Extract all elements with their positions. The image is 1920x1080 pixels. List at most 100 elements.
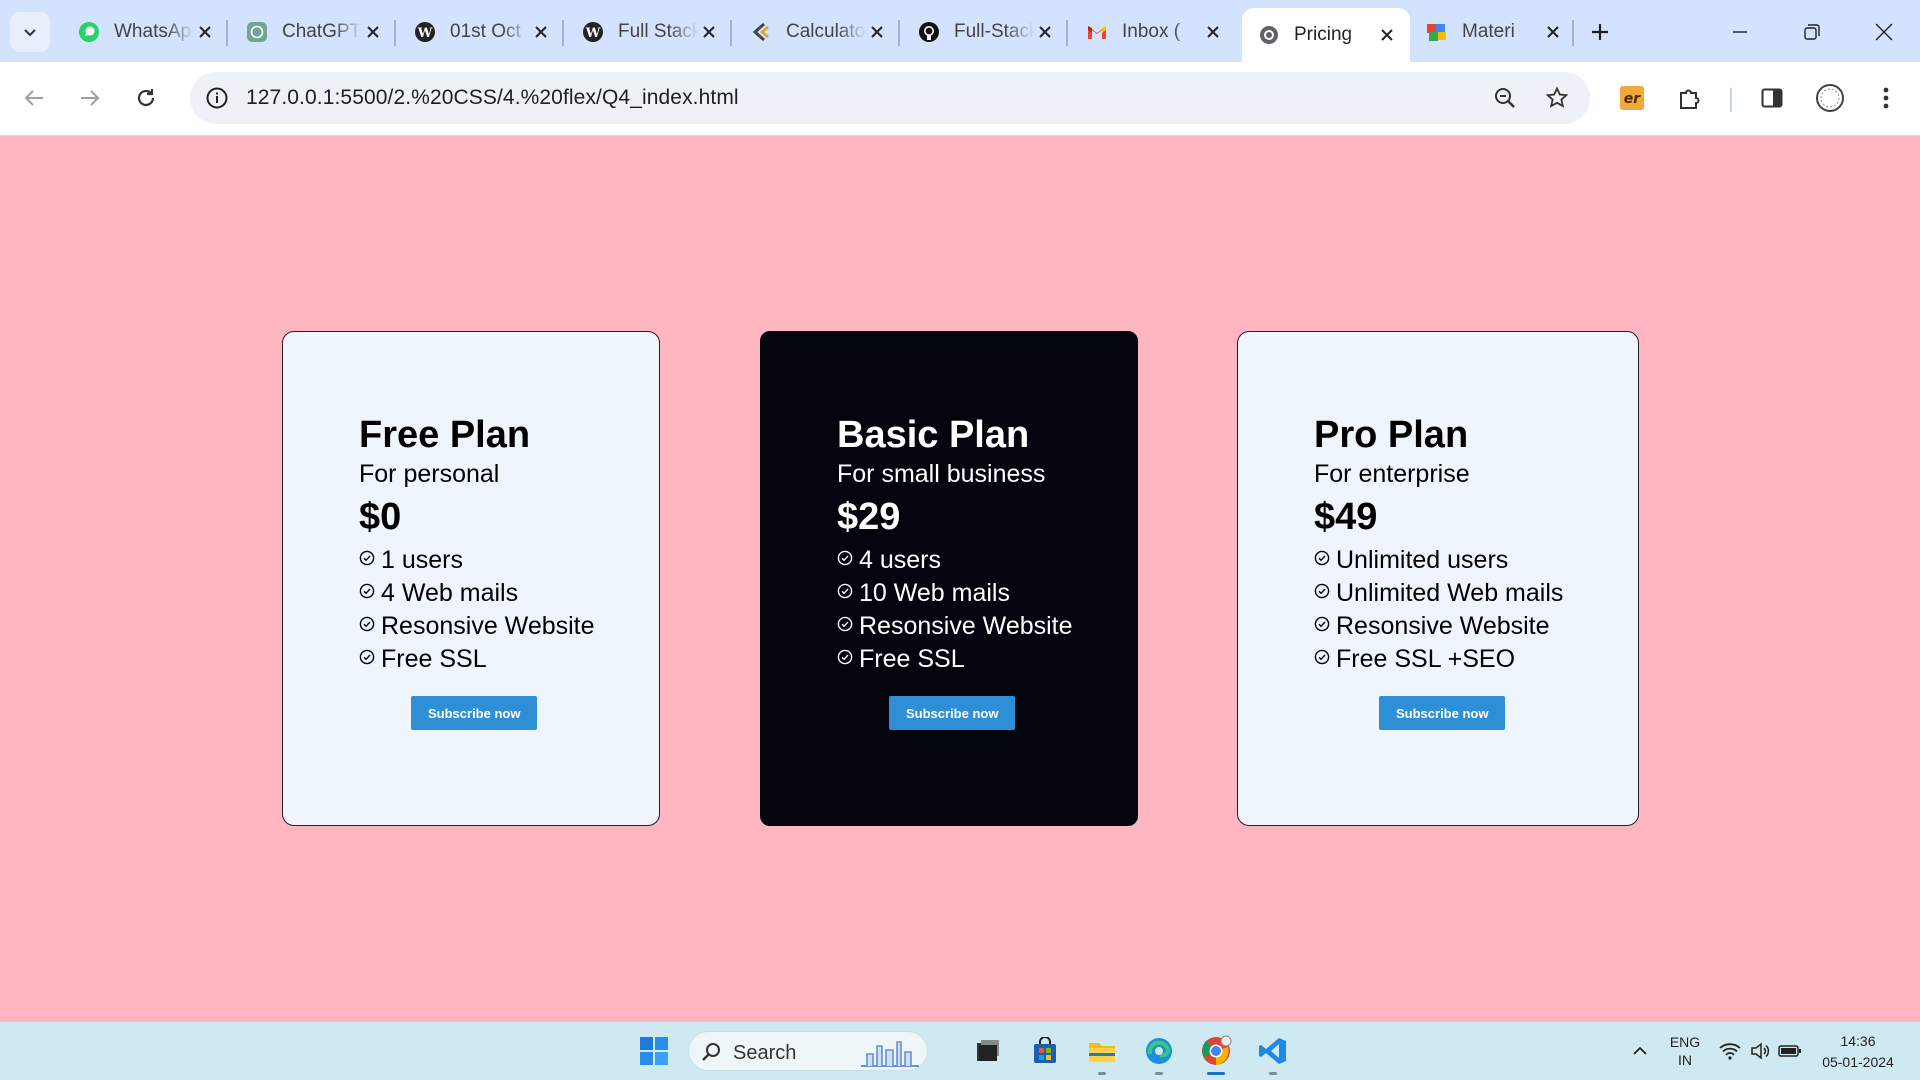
microsoft-store-icon[interactable] — [1025, 1031, 1065, 1071]
battery-icon[interactable] — [1770, 1031, 1810, 1071]
close-icon — [1875, 23, 1893, 41]
wordpress-icon: W — [582, 21, 604, 43]
tab-title: ChatGPT — [282, 21, 362, 42]
tab-pricing[interactable]: Pricing — [1242, 8, 1410, 62]
feature-item: Unlimited Web mails — [1314, 577, 1563, 610]
github-icon — [918, 21, 940, 43]
feature-text: Free SSL +SEO — [1336, 645, 1516, 673]
close-icon[interactable] — [1034, 21, 1056, 43]
tab-gmail[interactable]: Inbox ( — [1070, 10, 1236, 54]
close-icon[interactable] — [194, 21, 216, 43]
subscribe-button[interactable]: Subscribe now — [889, 696, 1016, 730]
close-icon[interactable] — [1202, 21, 1224, 43]
subscribe-button[interactable]: Subscribe now — [411, 696, 538, 730]
edge-icon[interactable] — [1139, 1031, 1179, 1071]
windows-icon — [640, 1037, 668, 1065]
pricing-card-pro: Pro Plan For enterprise $49 Unlimited us… — [1237, 331, 1639, 826]
gmail-icon — [1086, 21, 1108, 43]
new-tab-button[interactable] — [1582, 14, 1618, 50]
pricing-card-basic: Basic Plan For small business $29 4 user… — [760, 331, 1138, 826]
side-panel-icon[interactable] — [1752, 78, 1792, 118]
check-circle-icon — [837, 550, 853, 565]
page-viewport: Free Plan For personal $0 1 users 4 Web … — [0, 137, 1920, 1021]
extensions-puzzle-icon[interactable] — [1670, 78, 1710, 118]
feature-item: 4 Web mails — [359, 577, 595, 610]
tab-whatsapp[interactable]: WhatsApp — [62, 10, 228, 54]
tab-divider — [1066, 20, 1068, 46]
material-icon — [1426, 21, 1448, 43]
plan-price: $29 — [837, 496, 901, 538]
more-menu-icon[interactable] — [1866, 78, 1906, 118]
feature-list: Unlimited users Unlimited Web mails Reso… — [1314, 544, 1563, 676]
tab-divider — [394, 20, 396, 46]
zoom-icon[interactable] — [1488, 81, 1522, 115]
clock[interactable]: 14:36 05-01-2024 — [1810, 1032, 1906, 1071]
clock-time: 14:36 — [1840, 1033, 1876, 1049]
feature-text: Resonsive Website — [859, 612, 1073, 640]
site-info-icon[interactable] — [200, 81, 234, 115]
tab-material[interactable]: Materi — [1410, 10, 1576, 54]
feature-text: 1 users — [381, 546, 463, 574]
file-explorer-icon[interactable] — [1082, 1031, 1122, 1071]
whatsapp-icon — [78, 21, 100, 43]
profile-avatar[interactable] — [1810, 78, 1850, 118]
close-icon[interactable] — [1542, 21, 1564, 43]
check-circle-icon — [359, 616, 375, 631]
check-circle-icon — [359, 550, 375, 565]
back-button[interactable] — [14, 78, 54, 118]
tab-calculator[interactable]: Calculator — [734, 10, 900, 54]
calculator-icon — [750, 21, 772, 43]
feature-item: 10 Web mails — [837, 577, 1073, 610]
tab-title: WhatsApp — [114, 21, 194, 42]
address-bar[interactable]: 127.0.0.1:5500/2.%20CSS/4.%20flex/Q4_ind… — [190, 72, 1590, 124]
check-circle-icon — [837, 583, 853, 598]
browser-toolbar: 127.0.0.1:5500/2.%20CSS/4.%20flex/Q4_ind… — [0, 62, 1920, 136]
tab-title: Materi — [1462, 21, 1515, 42]
check-circle-icon — [1314, 616, 1330, 631]
check-circle-icon — [359, 583, 375, 598]
arrow-right-icon — [81, 90, 100, 106]
wordpress-icon: W — [414, 21, 436, 43]
plus-icon — [1592, 24, 1608, 40]
plan-subtitle: For enterprise — [1314, 460, 1470, 488]
search-placeholder: Search — [733, 1042, 797, 1064]
tab-full-stack[interactable]: W Full Stack — [566, 10, 732, 54]
input-language[interactable]: ENG IN — [1666, 1033, 1704, 1069]
restore-button[interactable] — [1792, 12, 1832, 52]
vscode-icon[interactable] — [1253, 1031, 1293, 1071]
tab-title: Full Stack — [618, 21, 698, 42]
close-window-button[interactable] — [1864, 12, 1904, 52]
extension-er-icon[interactable]: er — [1612, 78, 1652, 118]
minimize-button[interactable] — [1720, 12, 1760, 52]
close-icon[interactable] — [866, 21, 888, 43]
reload-button[interactable] — [126, 78, 166, 118]
tab-divider — [898, 20, 900, 46]
task-view-icon[interactable] — [968, 1031, 1008, 1071]
taskbar-search[interactable]: Search — [688, 1031, 928, 1071]
check-circle-icon — [837, 616, 853, 631]
feature-text: 4 Web mails — [381, 579, 519, 607]
taskbar: Search ENG IN 14:36 05-01-2024 — [0, 1021, 1920, 1080]
plan-name: Pro Plan — [1314, 414, 1469, 456]
tab-search-button[interactable] — [10, 12, 50, 52]
show-hidden-icons-chevron-up-icon[interactable] — [1620, 1031, 1660, 1071]
close-icon[interactable] — [1376, 24, 1398, 46]
pricing-card-free: Free Plan For personal $0 1 users 4 Web … — [282, 331, 660, 826]
tab-chatgpt[interactable]: ChatGPT — [230, 10, 396, 54]
forward-button[interactable] — [70, 78, 110, 118]
start-button[interactable] — [634, 1031, 674, 1071]
feature-text: 10 Web mails — [859, 579, 1010, 607]
restore-icon — [1804, 24, 1820, 40]
close-icon[interactable] — [698, 21, 720, 43]
tab-github[interactable]: Full-Stack — [902, 10, 1068, 54]
chrome-icon[interactable] — [1196, 1031, 1236, 1071]
feature-item: Resonsive Website — [359, 610, 595, 643]
feature-text: Resonsive Website — [1336, 612, 1550, 640]
url-text[interactable]: 127.0.0.1:5500/2.%20CSS/4.%20flex/Q4_ind… — [246, 86, 739, 110]
close-icon[interactable] — [530, 21, 552, 43]
bookmark-star-icon[interactable] — [1540, 81, 1574, 115]
plan-name: Free Plan — [359, 414, 531, 456]
subscribe-button[interactable]: Subscribe now — [1379, 696, 1506, 730]
tab-01st-oct[interactable]: W 01st Oct — [398, 10, 564, 54]
close-icon[interactable] — [362, 21, 384, 43]
